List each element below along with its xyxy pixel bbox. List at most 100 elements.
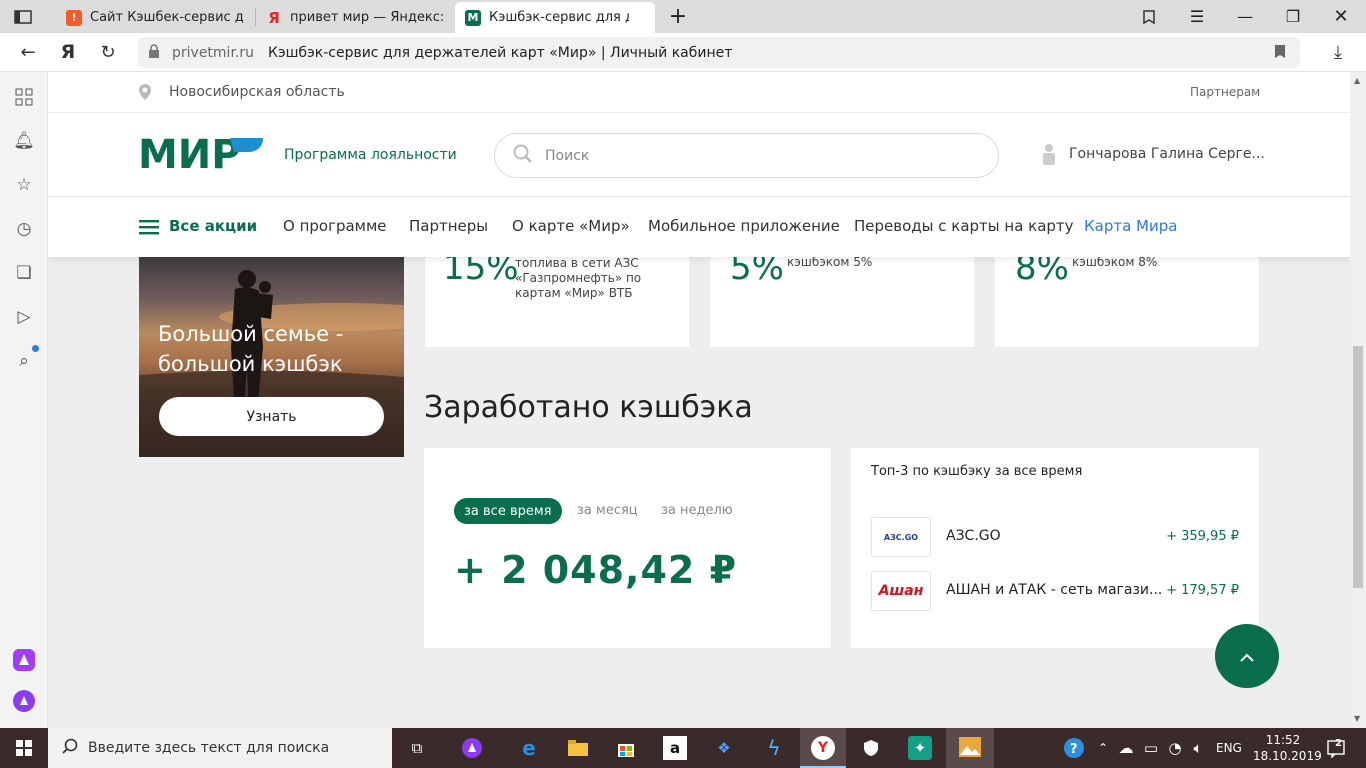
search-icon — [62, 738, 78, 758]
bookmarks-icon[interactable] — [1126, 0, 1172, 33]
region-selector[interactable]: Новосибирская область — [169, 84, 345, 100]
download-icon[interactable]: ⤓ — [1324, 38, 1352, 66]
site-nav: Все акции О программе Партнеры О карте «… — [48, 197, 1350, 257]
browser-tab-bar: ! Сайт Кэшбек-сервис для д Я привет мир … — [0, 0, 1366, 33]
azs-go-logo: АЗС.GO — [871, 517, 931, 557]
lightning-app-icon[interactable]: ϟ — [762, 736, 786, 760]
nav-world-map[interactable]: Карта Мира — [1084, 217, 1177, 235]
browser-sidebar: 🔔︎ ☆ ◷ ❏ ▷ ⌕ — [0, 72, 48, 728]
app-green-icon[interactable]: ✦ — [908, 736, 932, 760]
yandex-logo[interactable]: Я — [54, 38, 82, 66]
promo-learn-more-button[interactable]: Узнать — [159, 397, 384, 436]
url-host: privetmir.ru — [172, 44, 254, 61]
nav-all-offers[interactable]: Все акции — [169, 217, 257, 235]
notifications-bell-icon[interactable]: 🔔︎ — [12, 129, 36, 153]
file-explorer-icon[interactable] — [566, 736, 590, 760]
collections-icon[interactable]: ❏ — [12, 261, 36, 285]
top3-title: Топ-3 по кэшбэку за все время — [871, 464, 1083, 479]
restore-icon[interactable]: ❐ — [1270, 0, 1316, 33]
apps-grid-icon[interactable] — [12, 85, 36, 109]
store-icon[interactable] — [614, 736, 638, 760]
close-window-icon[interactable]: ✕ — [1318, 0, 1364, 33]
task-view-icon[interactable]: ⧉ — [405, 736, 429, 760]
orange-badge-icon: ! — [66, 9, 82, 26]
nav-mobile-app[interactable]: Мобильное приложение — [648, 217, 840, 235]
nav-about-card[interactable]: О карте «Мир» — [512, 217, 630, 235]
partners-link[interactable]: Партнерам — [1190, 85, 1260, 99]
yandex-browser-icon: Y — [811, 736, 835, 760]
search-doc-icon[interactable]: ⌕ — [12, 349, 36, 373]
notification-dot — [32, 345, 39, 352]
back-icon[interactable]: ← — [14, 38, 42, 66]
search-input[interactable]: Поиск — [545, 148, 589, 164]
yandex-browser-taskbar-item[interactable]: Y — [800, 728, 846, 768]
dropbox-icon[interactable]: ❖ — [712, 736, 736, 760]
offer-card[interactable]: 8% кэшбэком 8% — [995, 242, 1259, 347]
favorites-star-icon[interactable]: ☆ — [12, 173, 36, 197]
photos-taskbar-item[interactable] — [946, 728, 994, 768]
wifi-icon[interactable]: ◔ — [1163, 736, 1187, 760]
offer-desc-line: кэшбэком 8% — [1072, 255, 1158, 269]
help-icon[interactable]: ? — [1062, 736, 1086, 760]
offer-desc-line: кэшбэком 5% — [787, 255, 873, 269]
period-tab-month[interactable]: за месяц — [577, 503, 638, 518]
new-tab-icon[interactable]: + — [655, 0, 701, 33]
site-header: МИР Программа лояльности Поиск Гончарова… — [48, 112, 1350, 197]
scrollbar-thumb[interactable] — [1353, 346, 1363, 588]
period-tab-all-time[interactable]: за все время — [454, 498, 562, 524]
clock[interactable]: 11:52 18.10.2019 — [1253, 732, 1322, 764]
offer-desc-line: «Газпромнефть» по — [515, 271, 642, 285]
windows-start-icon[interactable] — [12, 736, 36, 760]
bookmark-icon[interactable] — [1274, 44, 1286, 63]
offer-card[interactable]: 15% топлива в сети АЗС «Газпромнефть» по… — [425, 242, 689, 347]
notification-count: 2 — [1335, 738, 1342, 749]
period-tab-week[interactable]: за неделю — [661, 503, 733, 518]
user-profile-name[interactable]: Гончарова Галина Серге... — [1069, 146, 1265, 162]
browser-tab-active[interactable]: M Кэшбэк-сервис для дер — [455, 2, 655, 33]
top3-item-name[interactable]: АЗС.GO — [946, 528, 1001, 544]
taskbar-search[interactable]: Введите здесь текст для поиска — [48, 728, 392, 768]
tray-chevron-up-icon[interactable]: ⌃ — [1091, 736, 1115, 760]
input-language[interactable]: ENG — [1216, 741, 1242, 755]
edge-icon[interactable]: e — [517, 736, 541, 760]
windows-taskbar: Введите здесь текст для поиска ⧉ e a ❖ ϟ… — [0, 728, 1366, 768]
offer-card[interactable]: 5% кэшбэком 5% — [710, 242, 974, 347]
promo-banner[interactable]: Большой семье - большой кэшбэк Узнать — [139, 257, 404, 457]
browser-tab[interactable]: ! Сайт Кэшбек-сервис для д — [56, 2, 254, 33]
menu-icon[interactable]: ☰ — [1174, 0, 1220, 33]
alice-app-icon[interactable] — [12, 648, 36, 672]
nav-about-program[interactable]: О программе — [283, 217, 387, 235]
site-search[interactable]: Поиск — [494, 133, 999, 178]
mir-logo[interactable]: МИР — [138, 132, 266, 178]
loyalty-program-label[interactable]: Программа лояльности — [284, 147, 457, 163]
alice-voice-icon[interactable] — [12, 689, 36, 713]
scroll-to-top-button[interactable] — [1215, 624, 1279, 688]
top3-card: Топ-3 по кэшбэку за все время АЗС.GO АЗС… — [851, 448, 1259, 648]
earned-heading: Заработано кэшбэка — [424, 390, 753, 425]
browser-tab[interactable]: Я привет мир — Яндекс: нац — [256, 2, 454, 33]
nav-card-transfers[interactable]: Переводы с карты на карту — [854, 217, 1074, 235]
hamburger-icon[interactable] — [139, 219, 159, 239]
volume-icon[interactable]: 🔈︎ — [1186, 736, 1210, 760]
onedrive-cloud-icon[interactable]: ☁ — [1114, 736, 1138, 760]
shield-icon[interactable] — [859, 736, 883, 760]
earned-card: за все время за месяц за неделю + 2 048,… — [424, 448, 831, 648]
history-clock-icon[interactable]: ◷ — [12, 217, 36, 241]
clock-date: 18.10.2019 — [1253, 749, 1322, 763]
battery-icon[interactable]: ▭ — [1139, 736, 1163, 760]
scroll-up-arrow-icon[interactable]: ▲ — [1354, 76, 1360, 85]
region-bar: Новосибирская область Партнерам — [48, 72, 1350, 112]
url-field[interactable]: privetmir.ru Кэшбэк-сервис для держателе… — [138, 37, 1300, 68]
minimize-icon[interactable]: — — [1222, 0, 1268, 33]
earned-amount: + 2 048,42 ₽ — [454, 548, 738, 592]
taskbar-search-input[interactable]: Введите здесь текст для поиска — [88, 740, 329, 756]
top3-item-name[interactable]: АШАН и АТАК - сеть магази... — [946, 582, 1162, 598]
mir-icon: M — [465, 9, 481, 26]
amazon-icon[interactable]: a — [663, 736, 687, 760]
nav-partners[interactable]: Партнеры — [409, 217, 488, 235]
tabs-panel-icon[interactable] — [0, 0, 46, 33]
scroll-down-arrow-icon[interactable]: ▼ — [1354, 714, 1360, 723]
alice-taskbar-icon[interactable] — [460, 736, 484, 760]
play-video-icon[interactable]: ▷ — [12, 305, 36, 329]
reload-icon[interactable]: ↻ — [94, 38, 122, 66]
